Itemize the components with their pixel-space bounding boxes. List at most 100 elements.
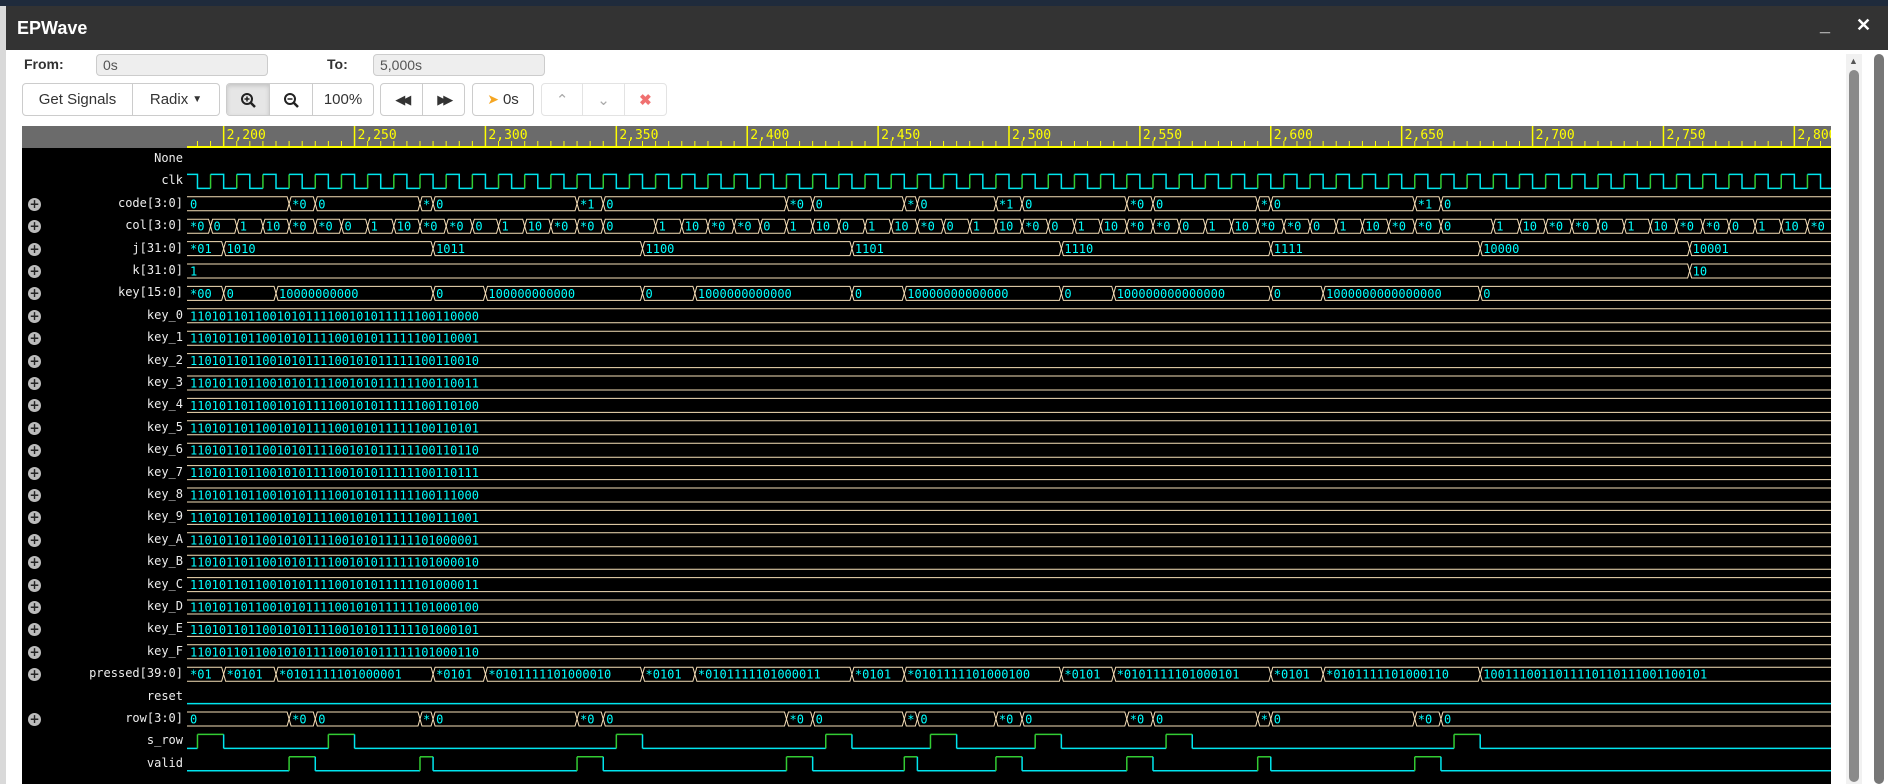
signal-wave-key_7[interactable]: 1101011011001010111100101011111100110111 <box>187 465 1831 481</box>
zoom-out-button[interactable] <box>270 84 313 115</box>
signal-wave-pressed390[interactable]: *01 *0101 *0101111101000001 *0101 *010111110… <box>187 666 1831 682</box>
signal-name[interactable]: key_C <box>147 577 183 591</box>
expand-plus-icon[interactable]: + <box>28 556 41 570</box>
signal-wave-key_E[interactable]: 1101011011001010111100101011111101000101 <box>187 621 1831 637</box>
expand-plus-icon[interactable]: + <box>28 242 41 256</box>
signal-name[interactable]: key_A <box>147 532 183 546</box>
signal-name[interactable]: key_F <box>147 644 183 658</box>
expand-plus-icon[interactable]: + <box>28 601 41 614</box>
signal-name[interactable]: key_6 <box>147 442 183 456</box>
expand-plus-icon[interactable]: + <box>28 466 41 480</box>
zoom-in-button[interactable] <box>227 84 270 115</box>
signal-name[interactable]: reset <box>147 689 183 703</box>
zoom-level-button[interactable]: 100% <box>313 84 373 115</box>
signal-name[interactable]: key_E <box>147 621 183 635</box>
next-edge-button[interactable]: ▶▶ <box>423 84 465 115</box>
signal-wave-key_C[interactable]: 1101011011001010111100101011111101000011 <box>187 577 1831 593</box>
signal-name[interactable]: k[31:0] <box>132 263 183 277</box>
expand-plus-icon[interactable]: + <box>28 578 41 592</box>
signal-name[interactable]: j[31:0] <box>132 241 183 255</box>
to-input[interactable] <box>373 54 545 76</box>
expand-plus-icon[interactable]: + <box>28 489 41 502</box>
expand-plus-icon[interactable]: + <box>28 197 41 211</box>
signal-wave-key_8[interactable]: 1101011011001010111100101011111100111000 <box>187 487 1831 503</box>
move-up-button[interactable]: ⌃ <box>542 84 584 115</box>
expand-plus-icon[interactable]: + <box>28 354 41 368</box>
expand-plus-icon[interactable]: + <box>28 533 41 547</box>
signal-wave-key_B[interactable]: 1101011011001010111100101011111101000010 <box>187 554 1831 570</box>
expand-plus-icon[interactable]: + <box>28 332 41 346</box>
signal-wave-valid[interactable] <box>187 756 1831 772</box>
waveform-viewer[interactable]: None clk code[3:0] + col[3:0] + j[31:0] + k[31:0… <box>22 148 1831 784</box>
expand-plus-icon[interactable]: + <box>28 265 41 278</box>
signal-wave-key_5[interactable]: 1101011011001010111100101011111100110101 <box>187 420 1831 436</box>
signal-name[interactable]: pressed[39:0] <box>89 666 183 680</box>
from-input[interactable] <box>96 54 268 76</box>
expand-plus-icon[interactable]: + <box>28 713 41 726</box>
signal-name[interactable]: code[3:0] <box>118 196 183 210</box>
signal-wave-key_9[interactable]: 1101011011001010111100101011111100111001 <box>187 509 1831 525</box>
signal-name[interactable]: key_D <box>147 599 183 613</box>
expand-plus-icon[interactable]: + <box>28 511 41 525</box>
vertical-scrollbar[interactable]: ▲ <box>1846 54 1862 784</box>
close-icon[interactable]: ✕ <box>1856 15 1871 36</box>
signal-wave-k310[interactable]: 1 10 <box>187 263 1831 279</box>
expand-plus-icon[interactable]: + <box>28 287 41 301</box>
signal-name[interactable]: key_8 <box>147 487 183 501</box>
signal-wave-key_A[interactable]: 1101011011001010111100101011111101000001 <box>187 532 1831 548</box>
signal-name[interactable]: key_0 <box>147 308 183 322</box>
cursor-time-button[interactable]: ➤ 0s <box>473 84 533 115</box>
signal-wave-key_D[interactable]: 1101011011001010111100101011111101000100 <box>187 599 1831 615</box>
move-down-button[interactable]: ⌄ <box>583 84 625 115</box>
signal-name[interactable]: None <box>154 151 183 165</box>
minimize-icon[interactable]: _ <box>1820 15 1830 36</box>
signal-wave-code30[interactable]: 0 *0 0 * 0 *1 0 *0 0 * 0 *1 0 *0 0 * 0 *1 0 <box>187 196 1831 212</box>
signal-wave-key150[interactable]: *00 0 10000000000 0 100000000000 0 10000000000… <box>187 285 1831 301</box>
signal-name[interactable]: col[3:0] <box>125 218 183 232</box>
signal-wave-key_1[interactable]: 1101011011001010111100101011111100110001 <box>187 330 1831 346</box>
bus-value: 10 <box>816 220 830 234</box>
expand-plus-icon[interactable]: + <box>28 623 41 637</box>
signal-name[interactable]: row[3:0] <box>125 711 183 725</box>
expand-plus-icon[interactable]: + <box>28 444 41 458</box>
signal-name[interactable]: key_1 <box>147 330 183 344</box>
signal-wave-key_4[interactable]: 1101011011001010111100101011111100110100 <box>187 397 1831 413</box>
expand-plus-icon[interactable]: + <box>28 377 41 390</box>
radix-dropdown[interactable]: Radix ▼ <box>133 84 219 115</box>
signal-name[interactable]: key_4 <box>147 397 183 411</box>
previous-edge-button[interactable]: ◀◀ <box>381 84 423 115</box>
scrollbar-thumb[interactable] <box>1849 70 1859 782</box>
signal-name[interactable]: valid <box>147 756 183 770</box>
signal-wave-key_6[interactable]: 1101011011001010111100101011111100110110 <box>187 442 1831 458</box>
expand-plus-icon[interactable]: + <box>28 220 41 234</box>
signal-name[interactable]: clk <box>161 173 183 187</box>
signal-name[interactable]: key_3 <box>147 375 183 389</box>
signal-wave-key_0[interactable]: 1101011011001010111100101011111100110000 <box>187 308 1831 324</box>
signal-name[interactable]: key_9 <box>147 509 183 523</box>
signal-wave-row30[interactable]: 0 *0 0 * 0 *0 0 *0 0 * 0 *0 0 *0 0 * 0 *0 0 <box>187 711 1831 727</box>
get-signals-button[interactable]: Get Signals <box>23 84 133 115</box>
signal-name[interactable]: s_row <box>147 733 183 747</box>
expand-plus-icon[interactable]: + <box>28 421 41 435</box>
signal-wave-col30[interactable]: *0 0 1 10 *0 *0 0 1 10 *0 *0 0 1 10 *0 *0 0 1 10 *0 *0 0 1 10 0 1… <box>187 218 1831 234</box>
waveform-area[interactable]: 0 *0 0 * 0 *1 0 *0 0 * 0 *1 0 *0 0 * 0 *1 0 *0 0 1 10 *0 *0 0 1 10 *… <box>187 148 1831 784</box>
delete-signal-button[interactable]: ✖ <box>625 84 666 115</box>
page-scrollbar[interactable] <box>1874 54 1884 784</box>
signal-name[interactable]: key_2 <box>147 353 183 367</box>
scroll-up-icon[interactable]: ▲ <box>1849 56 1858 66</box>
signal-wave-key_F[interactable]: 1101011011001010111100101011111101000110 <box>187 644 1831 660</box>
signal-wave-key_2[interactable]: 1101011011001010111100101011111100110010 <box>187 353 1831 369</box>
signal-wave-s_row[interactable] <box>187 733 1831 750</box>
expand-plus-icon[interactable]: + <box>28 309 41 323</box>
signal-name[interactable]: key[15:0] <box>118 285 183 299</box>
expand-plus-icon[interactable]: + <box>28 399 41 413</box>
time-ruler[interactable]: 2,200 2,250 2,300 2,350 2,400 2,450 2,500 2,550… <box>22 126 1836 148</box>
signal-wave-j310[interactable]: *01 1010 1011 1100 1101 1110 1111 10000 10001 <box>187 241 1831 257</box>
signal-name[interactable]: key_7 <box>147 465 183 479</box>
signal-name[interactable]: key_5 <box>147 420 183 434</box>
expand-plus-icon[interactable]: + <box>28 645 41 659</box>
expand-plus-icon[interactable]: + <box>28 668 41 682</box>
signal-wave-clk[interactable] <box>187 173 1831 190</box>
signal-name[interactable]: key_B <box>147 554 183 568</box>
signal-wave-key_3[interactable]: 1101011011001010111100101011111100110011 <box>187 375 1831 391</box>
